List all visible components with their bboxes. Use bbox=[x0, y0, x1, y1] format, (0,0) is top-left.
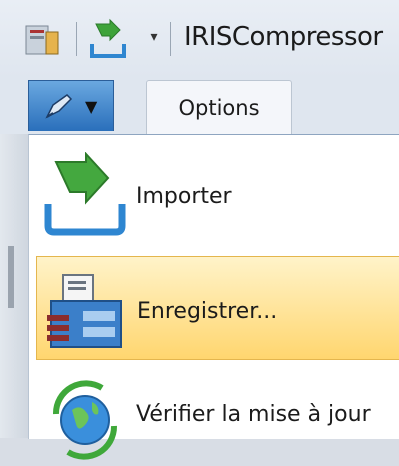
update-globe-icon bbox=[52, 380, 118, 460]
chevron-down-icon: ▼ bbox=[85, 97, 98, 116]
menu-item-save[interactable]: Enregistrer... bbox=[36, 256, 399, 360]
app-icon[interactable] bbox=[22, 20, 62, 60]
qat-separator bbox=[170, 22, 171, 56]
title-bar: ▾ IRISCompressor bbox=[0, 0, 399, 78]
pen-icon bbox=[45, 94, 73, 119]
menu-item-label: Importer bbox=[136, 184, 232, 209]
import-icon bbox=[44, 152, 126, 236]
menu-item-label: Vérifier la mise à jour bbox=[136, 402, 371, 427]
left-panel-edge bbox=[0, 134, 28, 438]
qat-customize-dropdown[interactable]: ▾ bbox=[147, 26, 161, 48]
menu-item-label: Enregistrer... bbox=[137, 299, 278, 324]
app-menu-button[interactable]: ▼ bbox=[28, 80, 114, 131]
window-title: IRISCompressor bbox=[184, 22, 383, 52]
menu-item-import[interactable]: Importer bbox=[36, 144, 399, 244]
qat-separator bbox=[76, 22, 77, 56]
save-icon bbox=[47, 274, 122, 348]
quick-import-icon[interactable] bbox=[88, 18, 128, 60]
scroll-thumb[interactable] bbox=[8, 246, 14, 308]
menu-item-check-update[interactable]: Vérifier la mise à jour bbox=[36, 366, 399, 466]
tab-options[interactable]: Options bbox=[146, 80, 292, 135]
